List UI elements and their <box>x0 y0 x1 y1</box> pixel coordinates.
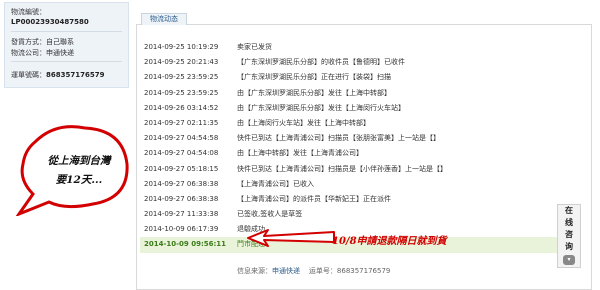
timeline-row: 2014-09-27 05:18:15 快件已到达【上海青浦公司】扫描员是【小伴孙… <box>144 162 554 177</box>
online-consult-button[interactable]: 在线咨询 ▾ <box>557 204 581 268</box>
timeline-time: 2014-09-25 23:59:25 <box>144 73 219 82</box>
timeline-description: 由【上海闵行火车站】发往【上海中转部】 <box>237 118 370 127</box>
waybill-label: 運單號碼： <box>11 71 46 79</box>
info-source-company-link[interactable]: 申通快递 <box>272 267 300 275</box>
timeline-time: 2014-09-25 23:59:25 <box>144 88 219 97</box>
timeline-time: 2014-09-27 04:54:08 <box>144 149 219 158</box>
timeline-description: 【广东深圳罗湖民乐分部】正在进行【装袋】扫描 <box>237 73 391 82</box>
refund-callout-text: 10/8申請退款隔日就到貨 <box>332 236 447 247</box>
info-source-line: 信息来源：申通快递 运单号：868357176579 <box>237 266 390 276</box>
timeline-time: 2014-09-27 05:18:15 <box>144 164 219 173</box>
timeline-row: 2014-09-25 23:59:25 【广东深圳罗湖民乐分部】正在进行【装袋】扫… <box>144 70 554 85</box>
timeline-row: 2014-09-27 06:38:38 【上海青浦公司】的派件员【华新妃王】正在派… <box>144 192 554 207</box>
waybill-value: 868357176579 <box>46 71 105 79</box>
info-source-waybill-label: 运单号： <box>308 267 337 275</box>
shipment-info-panel: 物流編號： LP00023930487580 發貨方式：自己聯系 物流公司：申通… <box>4 2 129 88</box>
timeline-time: 2014-09-27 11:33:38 <box>144 210 219 219</box>
consult-char: 在 <box>565 206 573 215</box>
bubble-line-2: 要12天... <box>55 174 103 186</box>
shipping-method-label: 發貨方式： <box>11 38 46 46</box>
tracking-number-label: 物流編號： <box>11 8 46 16</box>
info-source-waybill-value: 868357176579 <box>336 267 391 275</box>
timeline-description: 快件已到达【上海青浦公司】扫描员【张朋张富美】上一站是【】 <box>237 134 440 143</box>
timeline-time: 2014-10-09 09:56:11 <box>144 240 227 249</box>
timeline-description: 【上海青浦公司】已收入 <box>237 179 314 188</box>
timeline-time: 2014-10-09 06:17:39 <box>144 225 219 234</box>
info-source-label: 信息来源： <box>237 267 272 275</box>
timeline-description: 【广东深圳罗湖民乐分部】的收件员【鲁德明】已收件 <box>237 58 405 67</box>
timeline-row: 2014-09-25 20:21:43 【广东深圳罗湖民乐分部】的收件员【鲁德明】… <box>144 55 554 70</box>
timeline-row: 2014-09-27 11:33:38 已签收,签收人是草签 <box>144 207 554 222</box>
chevron-down-icon: ▾ <box>563 255 575 265</box>
timeline-description: 由【广东深圳罗湖民乐分部】发往【上海中转部】 <box>237 88 391 97</box>
tracking-timeline: 2014-09-25 10:19:29 卖家已发货 2014-09-25 20:21… <box>140 40 558 253</box>
timeline-row: 2014-09-27 06:38:38 【上海青浦公司】已收入 <box>144 177 554 192</box>
speech-bubble-text: 從上海到台灣 要12天... <box>40 152 118 190</box>
timeline-description: 快件已到达【上海青浦公司】扫描员是【小伴孙莲香】上一站是【】 <box>237 164 447 173</box>
timeline-description: 卖家已发货 <box>237 43 272 51</box>
timeline-time: 2014-09-27 06:38:38 <box>144 179 219 188</box>
timeline-description: 由【广东深圳罗湖民乐分部】发往【上海闵行火车站】 <box>237 103 405 112</box>
timeline-row: 2014-09-27 04:54:08 由【上海中转部】发往【上海青浦公司】 <box>144 146 554 161</box>
bubble-line-1: 從上海到台灣 <box>47 155 111 167</box>
timeline-time: 2014-09-27 02:11:35 <box>144 118 219 127</box>
tab-logistics-status[interactable]: 物流动态 <box>141 13 187 25</box>
timeline-time: 2014-09-25 10:19:29 <box>144 43 219 51</box>
red-arrow-icon <box>247 229 335 247</box>
logistics-company-value: 申通快递 <box>46 49 74 57</box>
timeline-row: 2014-09-27 04:54:58 快件已到达【上海青浦公司】扫描员【张朋张富… <box>144 131 554 146</box>
consult-char: 咨 <box>565 230 573 239</box>
timeline-row: 2014-09-27 02:11:35 由【上海闵行火车站】发往【上海中转部】 <box>144 116 554 131</box>
consult-char: 线 <box>565 218 573 227</box>
timeline-description: 【上海青浦公司】的派件员【华新妃王】正在派件 <box>237 194 391 203</box>
timeline-time: 2014-09-27 06:38:38 <box>144 194 219 203</box>
divider <box>11 61 122 62</box>
timeline-time: 2014-09-27 04:54:58 <box>144 134 219 143</box>
logistics-company-label: 物流公司： <box>11 49 46 57</box>
timeline-row: 2014-09-25 10:19:29 卖家已发货 <box>144 40 554 55</box>
timeline-row: 2014-09-26 03:14:52 由【广东深圳罗湖民乐分部】发往【上海闵行火… <box>144 101 554 116</box>
consult-char: 询 <box>565 242 573 251</box>
timeline-description: 已签收,签收人是草签 <box>237 210 303 219</box>
divider <box>11 31 122 32</box>
shipping-method-value: 自己聯系 <box>46 38 74 46</box>
timeline-time: 2014-09-26 03:14:52 <box>144 103 219 112</box>
tracking-number-value: LP00023930487580 <box>11 18 89 26</box>
timeline-row: 2014-09-25 23:59:25 由【广东深圳罗湖民乐分部】发往【上海中转部… <box>144 86 554 101</box>
timeline-description: 由【上海中转部】发往【上海青浦公司】 <box>237 149 363 158</box>
timeline-time: 2014-09-25 20:21:43 <box>144 58 219 67</box>
